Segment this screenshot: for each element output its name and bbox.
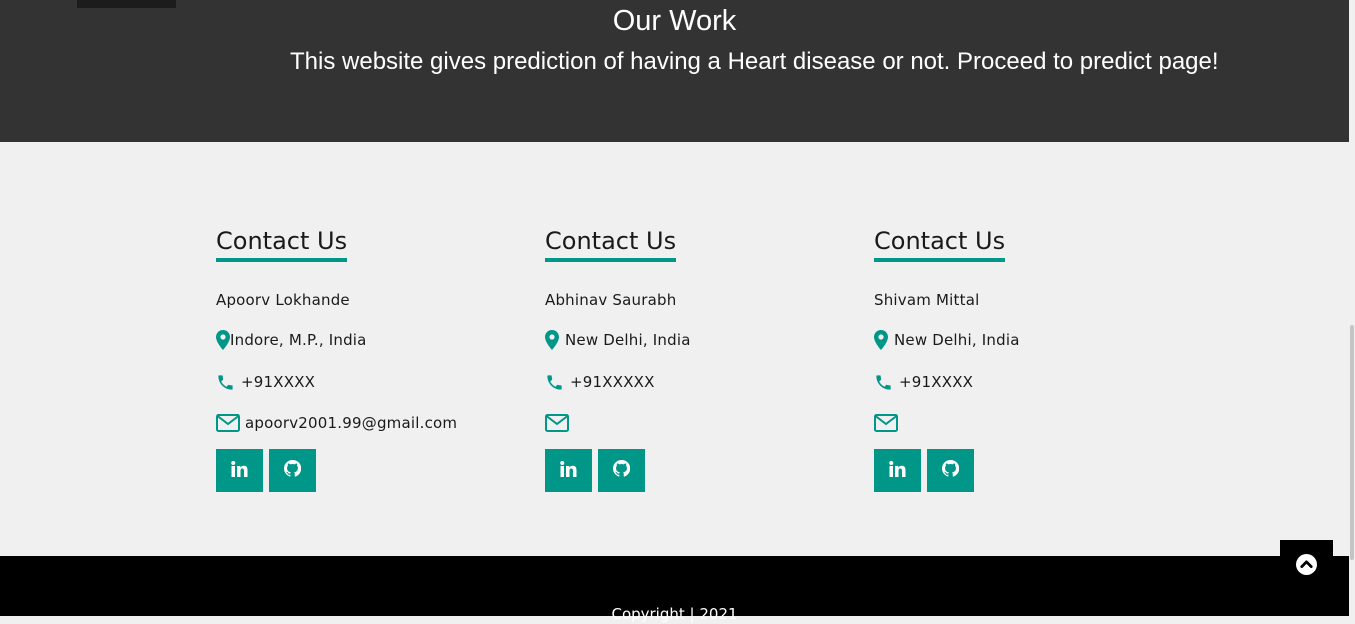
envelope-icon xyxy=(216,414,245,432)
contact-email-text[interactable]: apoorv2001.99@gmail.com xyxy=(245,414,457,432)
github-icon xyxy=(941,459,960,481)
contact-card-1: Contact Us Apoorv Lokhande Indore, M.P.,… xyxy=(216,226,516,492)
contact-email[interactable]: apoorv2001.99@gmail.com xyxy=(216,411,457,435)
phone-icon xyxy=(545,373,570,392)
back-to-top-button[interactable] xyxy=(1280,540,1333,593)
our-work-description: This website gives prediction of having … xyxy=(290,48,1219,75)
linkedin-button[interactable] xyxy=(216,449,263,492)
contact-email[interactable] xyxy=(874,411,903,435)
linkedin-icon xyxy=(560,460,577,481)
github-button[interactable] xyxy=(269,449,316,492)
linkedin-icon xyxy=(889,460,906,481)
scrollbar-thumb[interactable] xyxy=(1350,325,1354,560)
contact-card-2: Contact Us Abhinav Saurabh New Delhi, In… xyxy=(545,226,845,492)
linkedin-icon xyxy=(231,460,248,481)
contact-heading: Contact Us xyxy=(545,226,677,262)
contact-email[interactable] xyxy=(545,411,574,435)
page-scrollbar[interactable] xyxy=(1349,0,1355,616)
github-icon xyxy=(612,459,631,481)
map-marker-icon xyxy=(216,330,230,350)
social-links xyxy=(545,449,645,492)
linkedin-button[interactable] xyxy=(874,449,921,492)
contact-phone: +91XXXXX xyxy=(545,370,655,394)
contact-phone: +91XXXX xyxy=(874,370,973,394)
github-button[interactable] xyxy=(598,449,645,492)
contact-phone-text: +91XXXX xyxy=(241,373,316,391)
contact-name: Abhinav Saurabh xyxy=(545,291,677,309)
contact-location-text: Indore, M.P., India xyxy=(230,331,367,349)
phone-icon xyxy=(874,373,899,392)
social-links xyxy=(874,449,974,492)
contact-location-text: New Delhi, India xyxy=(560,331,691,349)
envelope-icon xyxy=(545,414,574,432)
our-work-section: Our Work This website gives prediction o… xyxy=(0,0,1349,142)
map-marker-icon xyxy=(545,330,560,350)
contact-card-3: Contact Us Shivam Mittal New Delhi, Indi… xyxy=(874,226,1174,492)
contact-location-text: New Delhi, India xyxy=(889,331,1020,349)
copyright-text: Copyright | 2021 xyxy=(611,605,738,623)
envelope-icon xyxy=(874,414,903,432)
contact-location: New Delhi, India xyxy=(874,328,1020,352)
chevron-up-circle-icon xyxy=(1296,554,1317,579)
social-links xyxy=(216,449,316,492)
map-marker-icon xyxy=(874,330,889,350)
contact-phone-text: +91XXXX xyxy=(899,373,974,391)
contact-name: Apoorv Lokhande xyxy=(216,291,350,309)
our-work-title: Our Work xyxy=(612,5,737,37)
phone-icon xyxy=(216,373,241,392)
linkedin-button[interactable] xyxy=(545,449,592,492)
contact-heading: Contact Us xyxy=(216,226,348,262)
contact-heading: Contact Us xyxy=(874,226,1006,262)
contact-location: Indore, M.P., India xyxy=(216,328,367,352)
github-button[interactable] xyxy=(927,449,974,492)
contact-phone: +91XXXX xyxy=(216,370,315,394)
github-icon xyxy=(283,459,302,481)
contact-name: Shivam Mittal xyxy=(874,291,980,309)
contact-phone-text: +91XXXXX xyxy=(570,373,655,391)
contact-location: New Delhi, India xyxy=(545,328,691,352)
site-footer: Copyright | 2021 xyxy=(0,556,1349,623)
